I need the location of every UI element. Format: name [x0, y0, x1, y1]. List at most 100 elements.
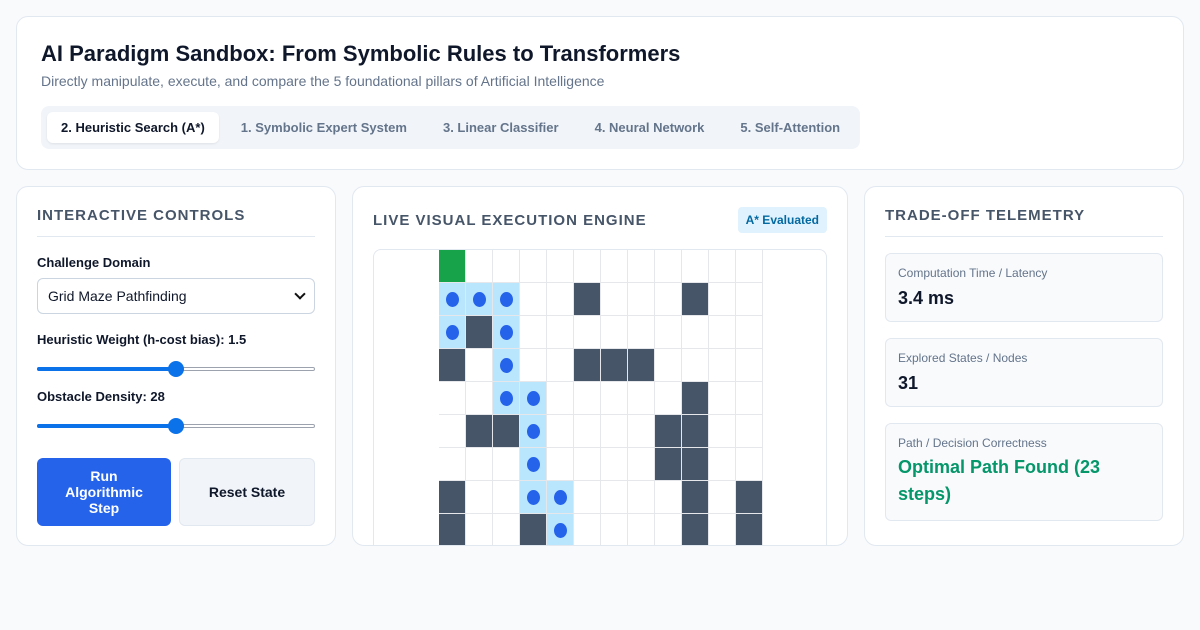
obstacle-density-label: Obstacle Density: 28 [37, 389, 165, 404]
maze-open-cell [709, 481, 736, 514]
maze-open-cell [493, 250, 520, 283]
maze-open-cell [520, 283, 547, 316]
domain-select[interactable]: Grid Maze Pathfinding [37, 278, 315, 314]
heuristic-weight-label: Heuristic Weight (h-cost bias): 1.5 [37, 332, 247, 347]
tab-symbolic-expert-system[interactable]: 1. Symbolic Expert System [227, 112, 421, 143]
maze-wall-cell [466, 415, 493, 448]
maze-open-cell [493, 448, 520, 481]
maze-open-cell [520, 250, 547, 283]
path-node-dot [527, 391, 540, 406]
slider-thumb[interactable] [168, 361, 184, 377]
obstacle-density-slider[interactable] [37, 418, 315, 434]
telemetry-panel: Trade-off Telemetry Computation Time / L… [864, 186, 1184, 546]
maze-path-cell [493, 283, 520, 316]
maze-open-cell [682, 316, 709, 349]
maze-open-cell [547, 415, 574, 448]
tab-neural-network[interactable]: 4. Neural Network [581, 112, 719, 143]
maze-open-cell [574, 448, 601, 481]
path-node-dot [500, 325, 513, 340]
maze-open-cell [736, 283, 763, 316]
maze-path-cell [547, 481, 574, 514]
engine-title: Live Visual Execution Engine [373, 211, 647, 229]
status-badge: A* Evaluated [737, 207, 827, 233]
explored-value: 31 [898, 373, 919, 393]
maze-wall-cell [655, 415, 682, 448]
maze-open-cell [736, 415, 763, 448]
maze-open-cell [655, 382, 682, 415]
maze-open-cell [709, 382, 736, 415]
page-subtitle: Directly manipulate, execute, and compar… [41, 73, 605, 89]
path-node-dot [473, 292, 486, 307]
maze-open-cell [601, 415, 628, 448]
maze-path-cell [520, 481, 547, 514]
maze-wall-cell [682, 448, 709, 481]
maze-open-cell [466, 448, 493, 481]
maze-open-cell [601, 514, 628, 545]
slider-thumb[interactable] [168, 418, 184, 434]
maze-wall-cell [682, 415, 709, 448]
path-node-dot [500, 358, 513, 373]
maze-open-cell [547, 316, 574, 349]
paradigm-tabs: 2. Heuristic Search (A*) 1. Symbolic Exp… [41, 106, 861, 149]
maze-wall-cell [493, 415, 520, 448]
maze-open-cell [601, 382, 628, 415]
maze-path-cell [439, 283, 466, 316]
correctness-metric: Path / Decision Correctness Optimal Path… [885, 423, 1163, 521]
maze-open-cell [574, 481, 601, 514]
domain-label: Challenge Domain [37, 255, 151, 270]
maze-open-cell [655, 250, 682, 283]
correctness-value: Optimal Path Found (23 steps) [898, 457, 1101, 504]
maze-open-cell [709, 415, 736, 448]
maze-open-cell [655, 349, 682, 382]
maze-path-cell [547, 514, 574, 545]
maze-open-cell [439, 415, 466, 448]
maze-start-cell [439, 250, 466, 283]
maze-open-cell [628, 250, 655, 283]
maze-open-cell [736, 250, 763, 283]
maze-path-cell [520, 448, 547, 481]
tab-linear-classifier[interactable]: 3. Linear Classifier [429, 112, 573, 143]
maze-open-cell [466, 250, 493, 283]
maze-open-cell [574, 316, 601, 349]
maze-path-cell [520, 415, 547, 448]
maze-open-cell [628, 448, 655, 481]
maze-open-cell [682, 349, 709, 382]
telemetry-title: Trade-off Telemetry [885, 207, 1163, 237]
maze-open-cell [736, 316, 763, 349]
tab-self-attention[interactable]: 5. Self-Attention [726, 112, 854, 143]
path-node-dot [500, 391, 513, 406]
path-node-dot [554, 523, 567, 538]
heuristic-weight-slider[interactable] [37, 361, 315, 377]
maze-path-cell [493, 349, 520, 382]
header-card: AI Paradigm Sandbox: From Symbolic Rules… [16, 16, 1184, 170]
execution-engine-panel: Live Visual Execution Engine A* Evaluate… [352, 186, 848, 546]
maze-open-cell [709, 316, 736, 349]
maze-open-cell [628, 514, 655, 545]
maze-path-cell [466, 283, 493, 316]
path-node-dot [554, 490, 567, 505]
controls-title: Interactive Controls [37, 207, 315, 237]
maze-open-cell [736, 349, 763, 382]
maze-open-cell [601, 481, 628, 514]
run-step-button[interactable]: Run Algorithmic Step [37, 458, 171, 526]
latency-label: Computation Time / Latency [898, 266, 1048, 280]
explored-metric: Explored States / Nodes 31 [885, 338, 1163, 407]
maze-wall-cell [655, 448, 682, 481]
path-node-dot [527, 424, 540, 439]
tab-heuristic-search[interactable]: 2. Heuristic Search (A*) [47, 112, 219, 143]
maze-open-cell [547, 448, 574, 481]
maze-path-cell [520, 382, 547, 415]
path-node-dot [446, 292, 459, 307]
maze-wall-cell [520, 514, 547, 545]
maze-open-cell [574, 250, 601, 283]
maze-open-cell [628, 415, 655, 448]
maze-open-cell [601, 448, 628, 481]
reset-state-button[interactable]: Reset State [179, 458, 315, 526]
path-node-dot [527, 457, 540, 472]
maze-open-cell [655, 283, 682, 316]
chevron-down-icon [294, 288, 306, 300]
path-node-dot [500, 292, 513, 307]
maze-open-cell [628, 283, 655, 316]
maze-wall-cell [736, 514, 763, 545]
correctness-label: Path / Decision Correctness [898, 436, 1047, 450]
